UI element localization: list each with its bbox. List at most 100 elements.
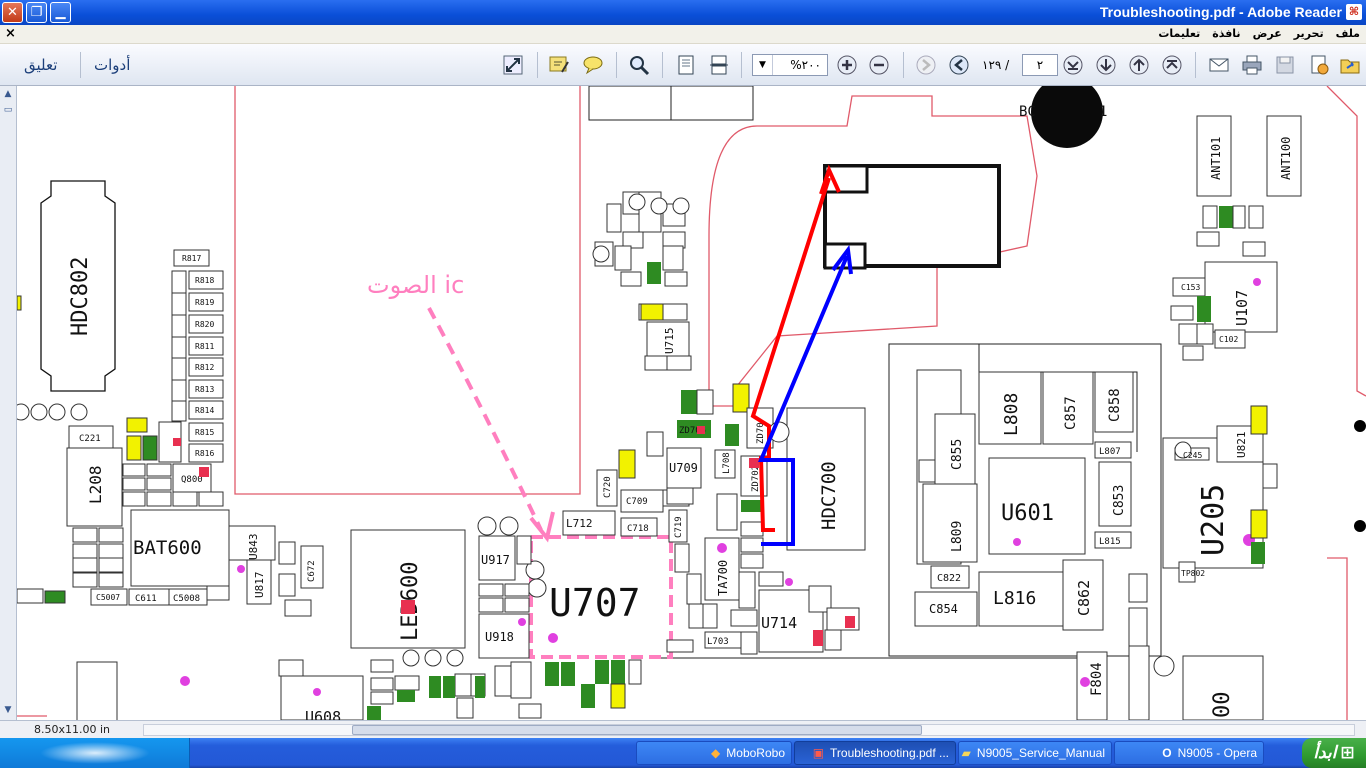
task-service-manual[interactable]: ▰ N9005_Service_Manual: [958, 741, 1112, 765]
next-page-icon[interactable]: [1093, 53, 1119, 77]
u707-audio-ic: U707: [525, 535, 673, 659]
opera-icon: O: [1162, 746, 1172, 760]
close-document-button[interactable]: ×: [5, 26, 16, 41]
svg-text:U817: U817: [253, 572, 266, 599]
menu-bar: × ملف تحرير عرض نافذة تعليمات: [0, 25, 1366, 44]
task-troubleshooting-pdf[interactable]: ▣ Troubleshooting.pdf ...: [794, 741, 956, 765]
zoom-value: %٢٠٠: [790, 58, 821, 72]
svg-text:U715: U715: [663, 328, 676, 355]
tray-highlight: [40, 742, 150, 764]
navigation-pane-strip[interactable]: ▲ ▭ ▼: [0, 86, 17, 720]
u601-cluster: U601 L808 C857 C858 C855 C853 L809 L807 …: [914, 369, 1278, 720]
svg-text:R817: R817: [182, 254, 201, 263]
window-title: Troubleshooting.pdf - Adobe Reader: [1099, 4, 1342, 20]
menu-file[interactable]: ملف: [1336, 27, 1360, 40]
search-icon[interactable]: [626, 53, 652, 77]
scroll-down-icon[interactable]: ▼: [2, 704, 14, 716]
page-fit-icon[interactable]: [673, 53, 699, 77]
page-total: ١٢٩ /: [982, 58, 1010, 72]
svg-text:C672: C672: [307, 560, 317, 582]
task-moborobo[interactable]: ◆ MoboRobo: [636, 741, 792, 765]
adobe-reader-window: ✕ ❐ ▁ Troubleshooting.pdf - Adobe Reader…: [0, 0, 1366, 768]
prev-view-icon[interactable]: [946, 53, 972, 77]
zoom-in-icon[interactable]: [834, 53, 860, 77]
print-icon[interactable]: [1239, 53, 1265, 77]
svg-text:U601: U601: [1001, 501, 1054, 526]
svg-text:C5008: C5008: [173, 594, 200, 604]
prev-page-icon[interactable]: [1126, 53, 1152, 77]
audio-ic-annotation: الصوت ic: [367, 271, 555, 543]
svg-text:1: 1: [1099, 104, 1107, 120]
svg-text:L703: L703: [707, 637, 729, 647]
last-page-icon[interactable]: [1060, 53, 1086, 77]
next-view-icon[interactable]: [913, 53, 939, 77]
system-tray: [0, 738, 190, 768]
chevron-down-icon[interactable]: ▼: [753, 55, 773, 75]
svg-text:ANT101: ANT101: [1209, 137, 1223, 180]
menu-view[interactable]: عرض: [1253, 27, 1282, 40]
annotation-label: الصوت ic: [367, 271, 464, 299]
page-number-input[interactable]: ٢: [1022, 54, 1058, 76]
save-icon[interactable]: [1272, 53, 1298, 77]
svg-text:U918: U918: [485, 630, 514, 644]
start-button[interactable]: ابدأ ⊞: [1302, 738, 1366, 768]
folder-icon: ▰: [961, 746, 971, 760]
svg-text:C709: C709: [626, 497, 648, 507]
comment-bubble-icon[interactable]: [580, 53, 606, 77]
menu-items: ملف تحرير عرض نافذة تعليمات: [1158, 27, 1360, 40]
task-opera[interactable]: O N9005 - Opera: [1114, 741, 1264, 765]
scroll-up-icon[interactable]: ▲: [2, 88, 14, 100]
minimize-window-button[interactable]: ▁: [50, 2, 71, 23]
tools-pane-link[interactable]: أدوات: [94, 56, 130, 74]
svg-text:C719: C719: [674, 516, 684, 538]
close-window-button[interactable]: ✕: [2, 2, 23, 23]
svg-text:BC: BC: [1019, 104, 1036, 120]
highlight-icon[interactable]: [546, 53, 572, 77]
menu-edit[interactable]: تحرير: [1294, 27, 1324, 40]
svg-text:C862: C862: [1075, 580, 1093, 616]
page-thumbnail-icon[interactable]: ▭: [2, 104, 14, 116]
document-view[interactable]: HDC802 R817 R818 R819 R820 R811 R812 R81…: [17, 86, 1366, 720]
horizontal-scrollbar[interactable]: [143, 724, 1355, 736]
svg-text:R811: R811: [195, 342, 214, 351]
svg-text:C102: C102: [1219, 335, 1238, 344]
svg-text:C221: C221: [79, 434, 101, 444]
svg-text:R819: R819: [195, 298, 214, 307]
menu-window[interactable]: نافذة: [1212, 27, 1240, 40]
svg-text:L807: L807: [1099, 447, 1121, 457]
open-icon[interactable]: [1337, 53, 1363, 77]
svg-text:U709: U709: [669, 461, 698, 475]
hdc802-connector: HDC802: [40, 180, 116, 392]
sign-icon[interactable]: [1306, 53, 1332, 77]
led600-component: LED600: [350, 529, 466, 649]
zoom-select[interactable]: ▼ %٢٠٠: [752, 54, 828, 76]
svg-text:L712: L712: [566, 517, 593, 530]
toolbar-divider: [616, 52, 617, 78]
toolbar-divider: [1195, 52, 1196, 78]
print-page-icon[interactable]: [706, 53, 732, 77]
svg-text:C853: C853: [1112, 485, 1127, 516]
toolbar-divider: [662, 52, 663, 78]
svg-text:U608: U608: [305, 708, 341, 720]
svg-text:C5007: C5007: [96, 593, 120, 602]
svg-text:L208: L208: [86, 465, 105, 504]
svg-text:R814: R814: [195, 406, 214, 415]
first-page-icon[interactable]: [1159, 53, 1185, 77]
toolbar-divider: [537, 52, 538, 78]
svg-text:ANT100: ANT100: [1279, 137, 1293, 180]
windows-logo-icon: ⊞: [1340, 743, 1355, 763]
menu-help[interactable]: تعليمات: [1158, 27, 1200, 40]
zoom-out-icon[interactable]: [866, 53, 892, 77]
fit-page-icon[interactable]: [500, 53, 526, 77]
restore-window-button[interactable]: ❐: [26, 2, 47, 23]
svg-text:U707: U707: [549, 581, 641, 625]
toolbar-divider: [741, 52, 742, 78]
svg-text:R818: R818: [195, 276, 214, 285]
svg-text:F804: F804: [1089, 662, 1105, 696]
svg-text:L809: L809: [950, 521, 965, 552]
scrollbar-thumb[interactable]: [352, 725, 922, 735]
comment-pane-link[interactable]: تعليق: [24, 56, 57, 74]
email-icon[interactable]: [1206, 53, 1232, 77]
title-bar: ✕ ❐ ▁ Troubleshooting.pdf - Adobe Reader…: [0, 0, 1366, 25]
svg-text:C822: C822: [937, 573, 961, 584]
